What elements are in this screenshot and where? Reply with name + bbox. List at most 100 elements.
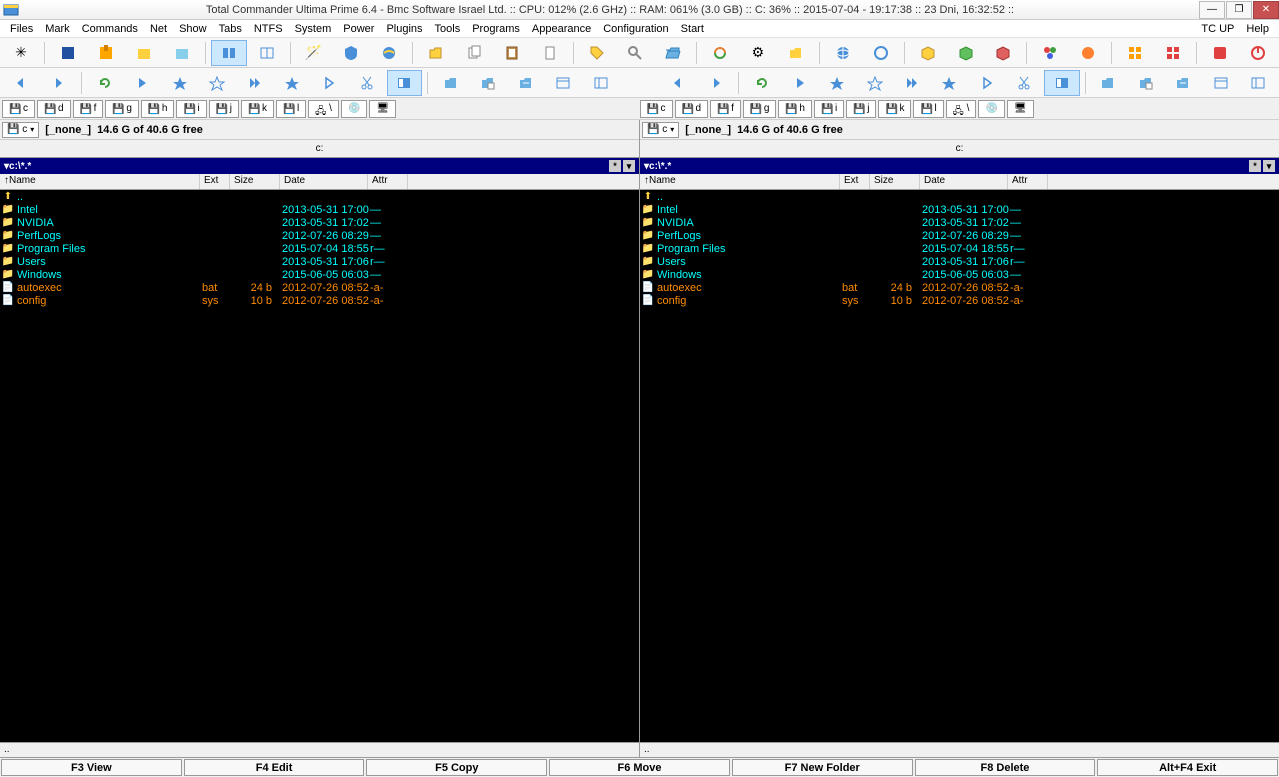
tb1-folder2-icon[interactable] — [778, 40, 814, 66]
drive-btn-h[interactable]: 💾h — [778, 100, 812, 118]
right-col-ext[interactable]: Ext — [840, 174, 870, 189]
left-drive-combo[interactable]: 💾 c — [2, 122, 39, 138]
tb2-play-icon[interactable] — [782, 70, 817, 96]
tb1-wand-icon[interactable]: 🪄 — [296, 40, 332, 66]
tb1-ie-icon[interactable] — [371, 40, 407, 66]
left-file-row[interactable]: 📁NVIDIA2013-05-31 17:02— — [0, 216, 639, 229]
menu-show[interactable]: Show — [173, 23, 213, 35]
right-col-attr[interactable]: Attr — [1008, 174, 1048, 189]
tb1-tag-icon[interactable] — [579, 40, 615, 66]
right-file-row[interactable]: 📁Users2013-05-31 17:06r— — [640, 255, 1279, 268]
tb1-copy-icon[interactable] — [456, 40, 492, 66]
tb1-shield-icon[interactable] — [334, 40, 370, 66]
tb1-gears-icon[interactable]: ⚙ — [740, 40, 776, 66]
right-file-row[interactable]: 📄autoexecbat24 b2012-07-26 08:52-a- — [640, 281, 1279, 294]
fkey-f8-delete[interactable]: F8 Delete — [915, 759, 1096, 776]
menu-net[interactable]: Net — [144, 23, 173, 35]
right-file-row[interactable]: 📁Windows2015-06-05 06:03— — [640, 268, 1279, 281]
right-file-row[interactable]: 📁NVIDIA2013-05-31 17:02— — [640, 216, 1279, 229]
drive-btn-g[interactable]: 💾g — [105, 100, 139, 118]
right-drive-combo[interactable]: 💾 c — [642, 122, 679, 138]
left-tab[interactable]: c: — [0, 140, 639, 158]
close-button[interactable]: ✕ — [1253, 1, 1279, 19]
left-col-size[interactable]: Size — [230, 174, 280, 189]
drive-btn-i[interactable]: 💾i — [176, 100, 206, 118]
left-file-row[interactable]: 📁Windows2015-06-05 06:03— — [0, 268, 639, 281]
drive-btn-network[interactable]: 🖧\ — [946, 100, 977, 118]
drive-btn-h[interactable]: 💾h — [141, 100, 175, 118]
right-col-size[interactable]: Size — [870, 174, 920, 189]
tb1-paste-icon[interactable] — [494, 40, 530, 66]
menu-plugins[interactable]: Plugins — [380, 23, 428, 35]
tb1-box1-icon[interactable] — [910, 40, 946, 66]
tb1-globe-icon[interactable] — [825, 40, 861, 66]
left-file-row[interactable]: 📄configsys10 b2012-07-26 08:52-a- — [0, 294, 639, 307]
right-path-bar[interactable]: ▾c:\*.**▾ — [640, 158, 1279, 174]
tb1-folder-open-icon[interactable] — [655, 40, 691, 66]
left-file-row[interactable]: 📄autoexecbat24 b2012-07-26 08:52-a- — [0, 281, 639, 294]
tb1-grid2-icon[interactable] — [1155, 40, 1191, 66]
tb1-palette-icon[interactable] — [1032, 40, 1068, 66]
right-file-row[interactable]: 📁Intel2013-05-31 17:00— — [640, 203, 1279, 216]
tb2-back-arrow-icon[interactable] — [3, 70, 38, 96]
tb1-stop-icon[interactable] — [1202, 40, 1238, 66]
drive-picker-icon[interactable]: 💿 — [341, 100, 367, 118]
drive-btn-l[interactable]: 💾l — [913, 100, 943, 118]
menu-start[interactable]: Start — [675, 23, 710, 35]
drive-btn-c[interactable]: 💾c — [640, 100, 673, 118]
drive-btn-k[interactable]: 💾k — [241, 100, 274, 118]
drive-btn-f[interactable]: 💾f — [73, 100, 104, 118]
tb2-forward-arrow-icon[interactable] — [40, 70, 75, 96]
left-file-row[interactable]: ⬆.. — [0, 190, 639, 203]
drive-btn-i[interactable]: 💾i — [814, 100, 844, 118]
tb2-play2-icon[interactable] — [969, 70, 1004, 96]
right-path-hist-icon[interactable]: ▾ — [1263, 160, 1275, 172]
tb2-star2-icon[interactable] — [199, 70, 234, 96]
fkey-f6-move[interactable]: F6 Move — [549, 759, 730, 776]
left-path-fav-icon[interactable]: * — [609, 160, 621, 172]
drive-btn-k[interactable]: 💾k — [878, 100, 911, 118]
menu-appearance[interactable]: Appearance — [526, 23, 597, 35]
tb2-folder3-icon[interactable] — [508, 70, 543, 96]
tb2-back-arrow-icon[interactable] — [660, 70, 695, 96]
tb2-forward-arrow-icon[interactable] — [698, 70, 733, 96]
fkey-f7-new-folder[interactable]: F7 New Folder — [732, 759, 913, 776]
right-col-name[interactable]: ↑Name — [640, 174, 840, 189]
tb1-refresh-icon[interactable]: ✳ — [3, 40, 39, 66]
tb1-box3-icon[interactable] — [986, 40, 1022, 66]
tb1-box2-icon[interactable] — [948, 40, 984, 66]
tb2-cut-icon[interactable] — [1007, 70, 1042, 96]
tb2-folder1-icon[interactable] — [433, 70, 468, 96]
tb2-cut-icon[interactable] — [349, 70, 384, 96]
left-col-date[interactable]: Date — [280, 174, 368, 189]
menu-configuration[interactable]: Configuration — [597, 23, 674, 35]
tb1-open-icon[interactable] — [418, 40, 454, 66]
tb2-folder3-icon[interactable] — [1166, 70, 1201, 96]
menu-files[interactable]: Files — [4, 23, 39, 35]
drive-btn-l[interactable]: 💾l — [276, 100, 306, 118]
fkey-alt-f4-exit[interactable]: Alt+F4 Exit — [1097, 759, 1278, 776]
left-file-list[interactable]: ⬆..📁Intel2013-05-31 17:00—📁NVIDIA2013-05… — [0, 190, 639, 742]
menu-power[interactable]: Power — [337, 23, 380, 35]
menu-programs[interactable]: Programs — [466, 23, 526, 35]
left-file-row[interactable]: 📁Intel2013-05-31 17:00— — [0, 203, 639, 216]
right-tab[interactable]: c: — [640, 140, 1279, 158]
left-path-hist-icon[interactable]: ▾ — [623, 160, 635, 172]
right-col-date[interactable]: Date — [920, 174, 1008, 189]
right-file-row[interactable]: 📁Program Files2015-07-04 18:55r— — [640, 242, 1279, 255]
drive-btn-f[interactable]: 💾f — [710, 100, 741, 118]
tb2-reload-icon[interactable] — [87, 70, 122, 96]
tb2-tree-icon[interactable] — [583, 70, 618, 96]
left-file-row[interactable]: 📁Program Files2015-07-04 18:55r— — [0, 242, 639, 255]
tb2-panel-icon[interactable] — [387, 70, 422, 96]
tb2-star2-icon[interactable] — [857, 70, 892, 96]
fkey-f4-edit[interactable]: F4 Edit — [184, 759, 365, 776]
tb1-colors-icon[interactable] — [1070, 40, 1106, 66]
tb2-bookmark-icon[interactable] — [274, 70, 309, 96]
right-file-row[interactable]: 📄configsys10 b2012-07-26 08:52-a- — [640, 294, 1279, 307]
fkey-f3-view[interactable]: F3 View — [1, 759, 182, 776]
tb2-fastfwd-icon[interactable] — [237, 70, 272, 96]
tb2-play2-icon[interactable] — [312, 70, 347, 96]
left-path-bar[interactable]: ▾c:\*.**▾ — [0, 158, 639, 174]
tb2-fastfwd-icon[interactable] — [894, 70, 929, 96]
